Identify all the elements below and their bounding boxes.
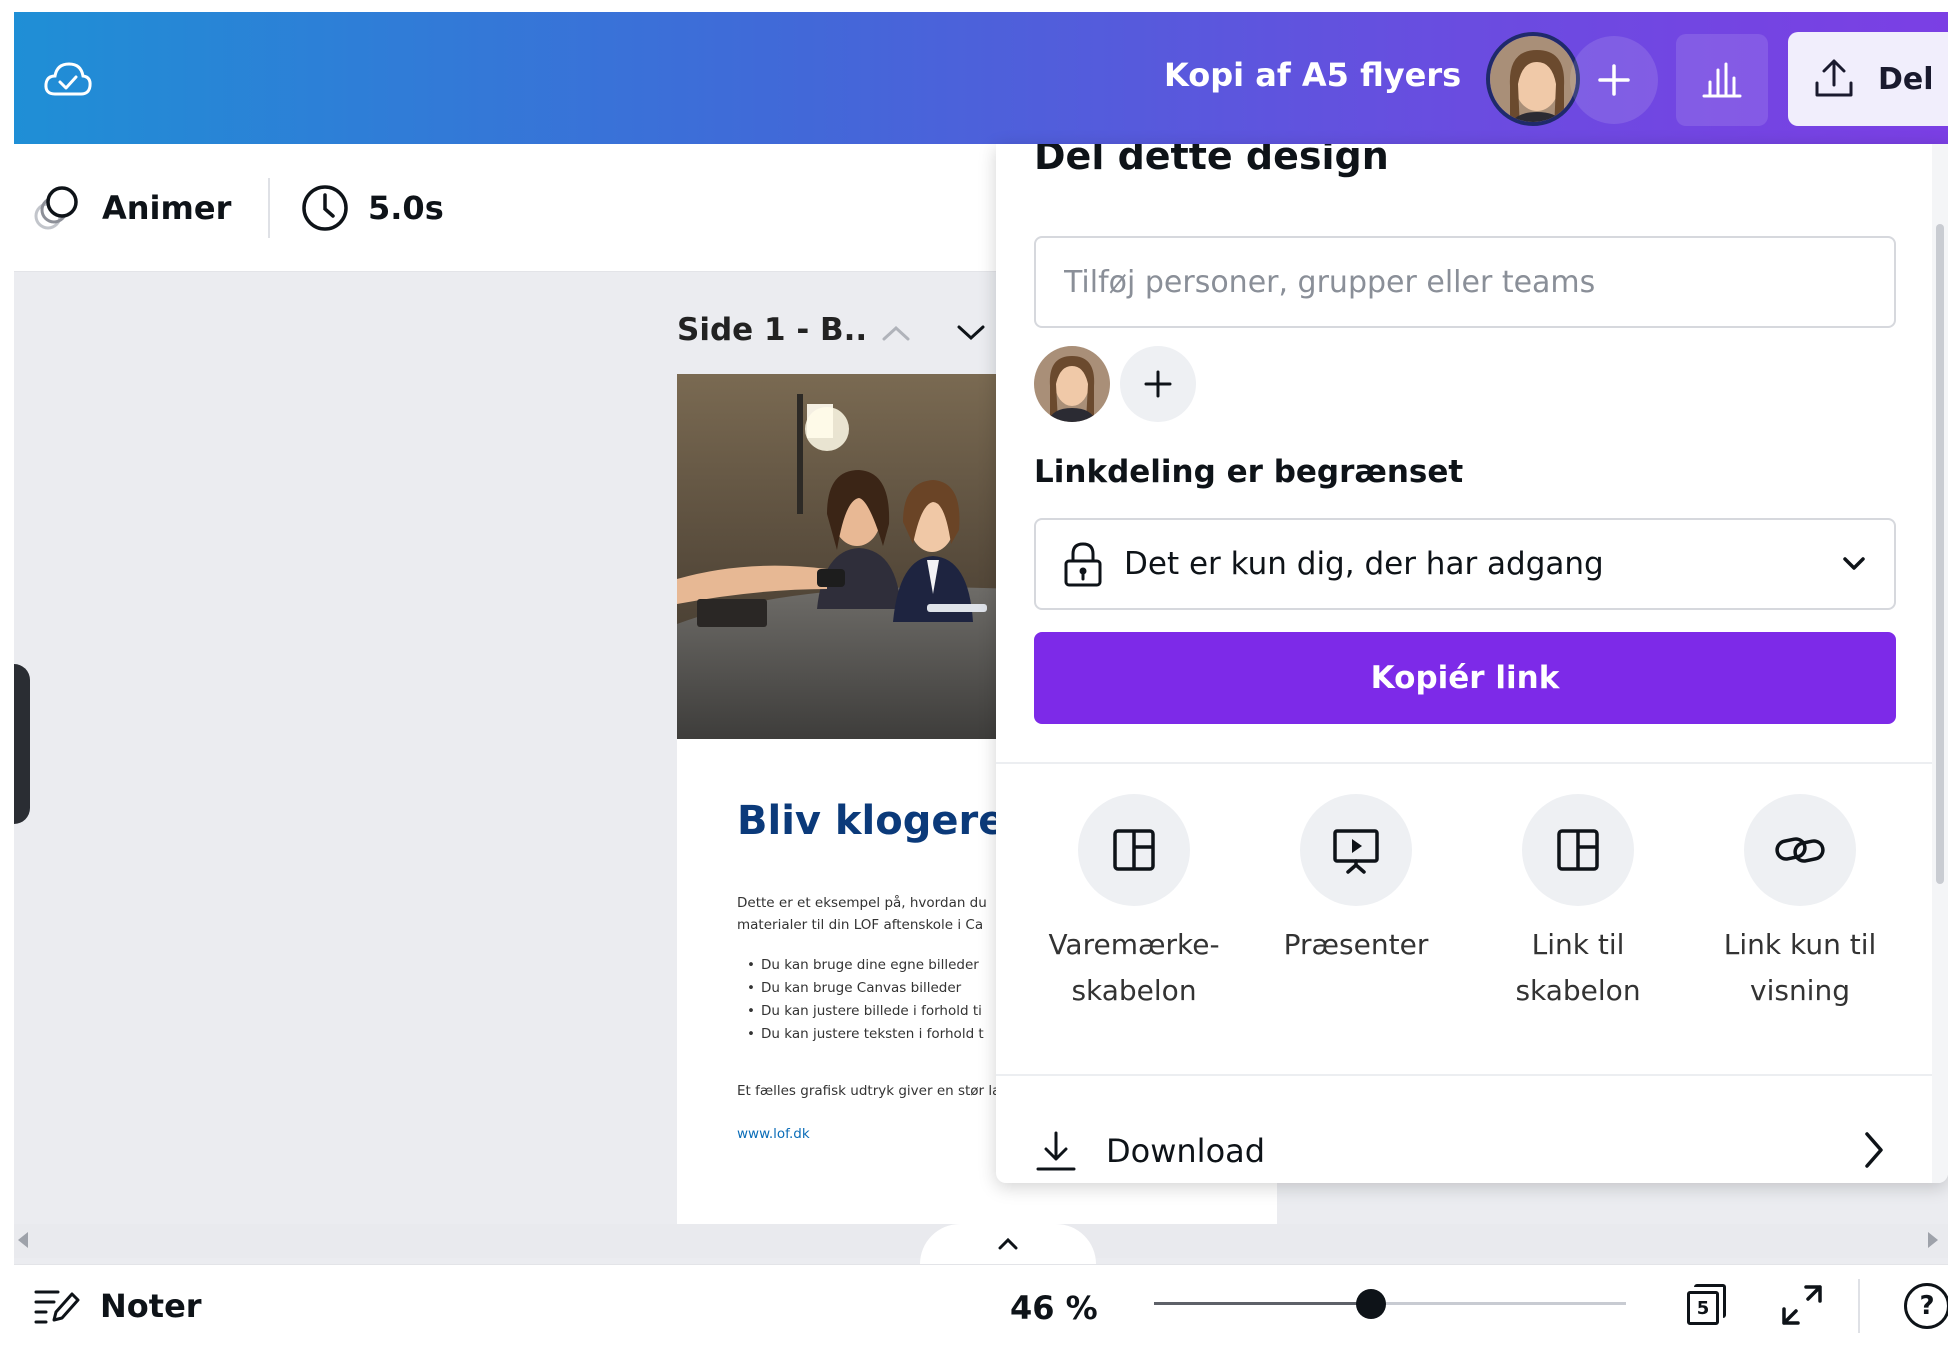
fullscreen-button[interactable] [1774, 1277, 1830, 1333]
access-level-dropdown[interactable]: Det er kun dig, der har adgang [1034, 518, 1896, 610]
view-only-link-option[interactable]: Link kun til visning [1700, 794, 1900, 1014]
show-pages-button[interactable] [920, 1224, 1096, 1264]
link-icon [1744, 794, 1856, 906]
upload-icon [1815, 59, 1853, 97]
share-panel-title: Del dette design [1034, 144, 1389, 178]
zoom-slider-fill [1154, 1302, 1372, 1305]
chevron-up-icon [998, 1237, 1018, 1250]
flyer-bullet: Du kan justere teksten i forhold t [737, 1023, 1017, 1046]
page-count: 5 [1687, 1291, 1719, 1325]
panel-divider [996, 1074, 1948, 1076]
flyer-url[interactable]: www.lof.dk [737, 1126, 810, 1142]
document-title[interactable]: Kopi af A5 flyers [1164, 56, 1461, 94]
chevron-right-icon [1865, 1132, 1883, 1168]
side-panel-toggle[interactable] [14, 664, 30, 824]
plus-icon [1144, 370, 1172, 398]
notes-label: Noter [100, 1287, 202, 1325]
flyer-bullet: Du kan bruge dine egne billeder [737, 954, 1017, 977]
scroll-right-arrow[interactable] [1928, 1232, 1938, 1248]
presentation-icon [1300, 794, 1412, 906]
chevron-down-icon [957, 325, 985, 341]
lock-icon [1064, 542, 1102, 587]
flyer-intro-text[interactable]: Dette er et eksempel på, hvordan du mate… [737, 892, 1037, 936]
insights-button[interactable] [1676, 34, 1768, 126]
chevron-up-icon [882, 325, 910, 341]
expand-icon [1782, 1285, 1822, 1325]
option-label: Varemærke- skabelon [1048, 928, 1220, 1007]
animate-button[interactable]: Animer [32, 178, 231, 238]
download-label: Download [1106, 1132, 1266, 1170]
flyer-bullet: Du kan bruge Canvas billeder [737, 977, 1017, 1000]
add-collaborator-button[interactable] [1570, 36, 1658, 124]
bottom-bar: Noter 46 % 5 ? [14, 1264, 1948, 1345]
option-label: Link til skabelon [1515, 928, 1641, 1007]
zoom-slider-thumb[interactable] [1356, 1289, 1387, 1319]
access-level-value: Det er kun dig, der har adgang [1124, 546, 1604, 582]
duration-button[interactable]: 5.0s [300, 178, 444, 238]
flyer-bullet-list[interactable]: Du kan bruge dine egne billeder Du kan b… [737, 954, 1017, 1046]
toolbar-divider [268, 178, 270, 238]
user-avatar[interactable] [1486, 32, 1580, 126]
share-button-label: Del [1878, 61, 1934, 97]
notes-icon [34, 1290, 80, 1324]
scroll-left-arrow[interactable] [18, 1232, 28, 1248]
clock-icon [302, 185, 348, 231]
app-window: Kopi af A5 flyers Del Animer 5.0s Side 1… [14, 12, 1948, 1345]
chevron-down-icon [1843, 557, 1865, 570]
template-icon [1522, 794, 1634, 906]
option-label: Præsenter [1283, 928, 1429, 961]
bottom-divider [1858, 1279, 1860, 1333]
page-up-button[interactable] [869, 306, 923, 360]
zoom-slider[interactable] [1154, 1289, 1626, 1319]
share-button[interactable]: Del [1788, 32, 1948, 126]
share-panel: Del dette design Linkdeling er begrænset… [996, 144, 1948, 1183]
animate-label: Animer [102, 189, 232, 227]
notes-button[interactable]: Noter [34, 1279, 202, 1333]
grid-view-button[interactable]: 5 [1678, 1277, 1734, 1333]
page-down-button[interactable] [944, 306, 998, 360]
flyer-heading[interactable]: Bliv klogere i [737, 798, 1033, 844]
download-row[interactable]: Download [1034, 1116, 1896, 1183]
panel-divider [996, 762, 1948, 764]
zoom-value[interactable]: 46 % [1010, 1289, 1098, 1327]
brand-template-option[interactable]: Varemærke- skabelon [1034, 794, 1234, 1014]
page-title[interactable]: Side 1 - B.. [677, 312, 867, 348]
present-option[interactable]: Præsenter [1256, 794, 1456, 968]
top-bar: Kopi af A5 flyers Del [14, 12, 1948, 144]
collaborator-avatar[interactable] [1034, 346, 1110, 422]
add-people-input[interactable] [1034, 236, 1896, 328]
copy-link-button[interactable]: Kopiér link [1034, 632, 1896, 724]
animate-icon [34, 186, 78, 230]
flyer-bullet: Du kan justere billede i forhold ti [737, 1000, 1017, 1023]
download-icon [1036, 1131, 1076, 1171]
help-button[interactable]: ? [1904, 1283, 1948, 1329]
help-icon: ? [1919, 1291, 1935, 1321]
flyer-outro-text[interactable]: Et fælles grafisk udtryk giver en stør l… [737, 1080, 1037, 1102]
option-label: Link kun til visning [1723, 928, 1877, 1007]
panel-scrollbar[interactable] [1932, 144, 1948, 1183]
link-sharing-heading: Linkdeling er begrænset [1034, 454, 1464, 490]
add-person-button[interactable] [1120, 346, 1196, 422]
duration-label: 5.0s [368, 189, 444, 227]
cloud-saved-icon[interactable] [40, 52, 96, 108]
template-icon [1078, 794, 1190, 906]
panel-scrollbar-thumb[interactable] [1936, 224, 1944, 884]
template-link-option[interactable]: Link til skabelon [1478, 794, 1678, 1014]
